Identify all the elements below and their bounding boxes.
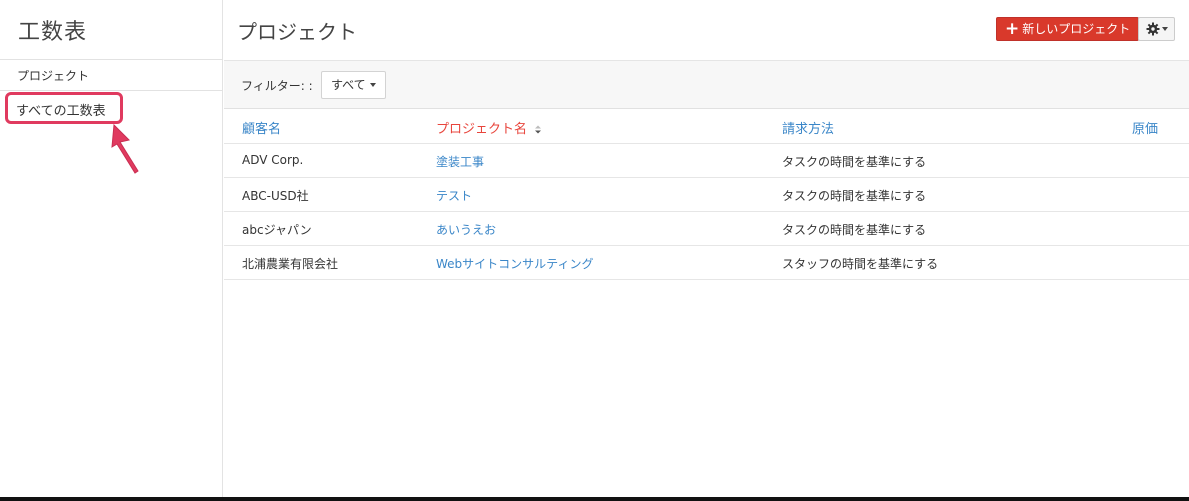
sidebar-item-projects[interactable]: プロジェクト	[17, 67, 89, 84]
sidebar: 工数表 プロジェクト すべての工数表	[0, 0, 223, 497]
new-project-button[interactable]: + 新しいプロジェクト	[996, 17, 1140, 41]
table-row: ABC-USD社 テスト タスクの時間を基準にする	[224, 178, 1189, 212]
window-bottom-border	[0, 497, 1189, 501]
page-title: プロジェクト	[237, 20, 357, 44]
table-header-row: 顧客名 プロジェクト名 請求方法 原価	[224, 110, 1189, 144]
chevron-down-icon	[1161, 27, 1168, 31]
project-link[interactable]: あいうえお	[436, 221, 496, 238]
customer-cell: ADV Corp.	[242, 153, 304, 167]
billing-cell: タスクの時間を基準にする	[782, 189, 927, 203]
customer-cell: 北浦農業有限会社	[242, 257, 339, 271]
filter-dropdown[interactable]: すべて	[321, 71, 386, 99]
highlight-annotation	[5, 92, 123, 124]
table-row: 北浦農業有限会社 Webサイトコンサルティング スタッフの時間を基準にする	[224, 246, 1189, 280]
table-row: ADV Corp. 塗装工事 タスクの時間を基準にする	[224, 144, 1189, 178]
billing-cell: スタッフの時間を基準にする	[782, 257, 939, 271]
plus-icon: +	[1005, 19, 1020, 39]
column-header-project-name[interactable]: プロジェクト名	[436, 118, 542, 137]
customer-cell: abcジャパン	[242, 223, 312, 237]
projects-table: 顧客名 プロジェクト名 請求方法 原価 ADV Corp. 塗装工事 タスクの時…	[224, 110, 1189, 280]
chevron-down-icon	[369, 83, 376, 87]
sidebar-divider	[0, 59, 223, 60]
main-content: プロジェクト + 新しいプロジェクト フィルター:: すべて 顧客名 プロジェ…	[224, 0, 1189, 497]
billing-cell: タスクの時間を基準にする	[782, 223, 927, 237]
app-title: 工数表	[18, 20, 88, 45]
sidebar-divider	[0, 90, 223, 91]
filter-label: フィルター: :	[241, 79, 313, 93]
project-link[interactable]: テスト	[436, 187, 472, 204]
billing-cell: タスクの時間を基準にする	[782, 155, 927, 169]
annotation-arrow-icon	[111, 123, 139, 174]
gear-icon	[1146, 22, 1159, 36]
project-link[interactable]: 塗装工事	[436, 153, 484, 170]
settings-dropdown-button[interactable]	[1138, 17, 1175, 41]
column-header-customer[interactable]: 顧客名	[242, 118, 281, 137]
customer-cell: ABC-USD社	[242, 189, 309, 203]
filter-bar: フィルター: : すべて	[224, 60, 1189, 109]
project-link[interactable]: Webサイトコンサルティング	[436, 255, 593, 272]
table-row: abcジャパン あいうえお タスクの時間を基準にする	[224, 212, 1189, 246]
sort-icon	[535, 125, 542, 134]
column-header-cost[interactable]: 原価	[1132, 118, 1158, 137]
filter-selected-value: すべて	[331, 78, 366, 92]
column-header-label: プロジェクト名	[436, 122, 528, 137]
column-header-billing[interactable]: 請求方法	[782, 118, 834, 137]
app-window: 工数表 プロジェクト すべての工数表 プロジェクト + 新しいプロジェクト フィ…	[0, 0, 1189, 501]
new-project-button-label: 新しいプロジェクト	[1022, 22, 1131, 36]
